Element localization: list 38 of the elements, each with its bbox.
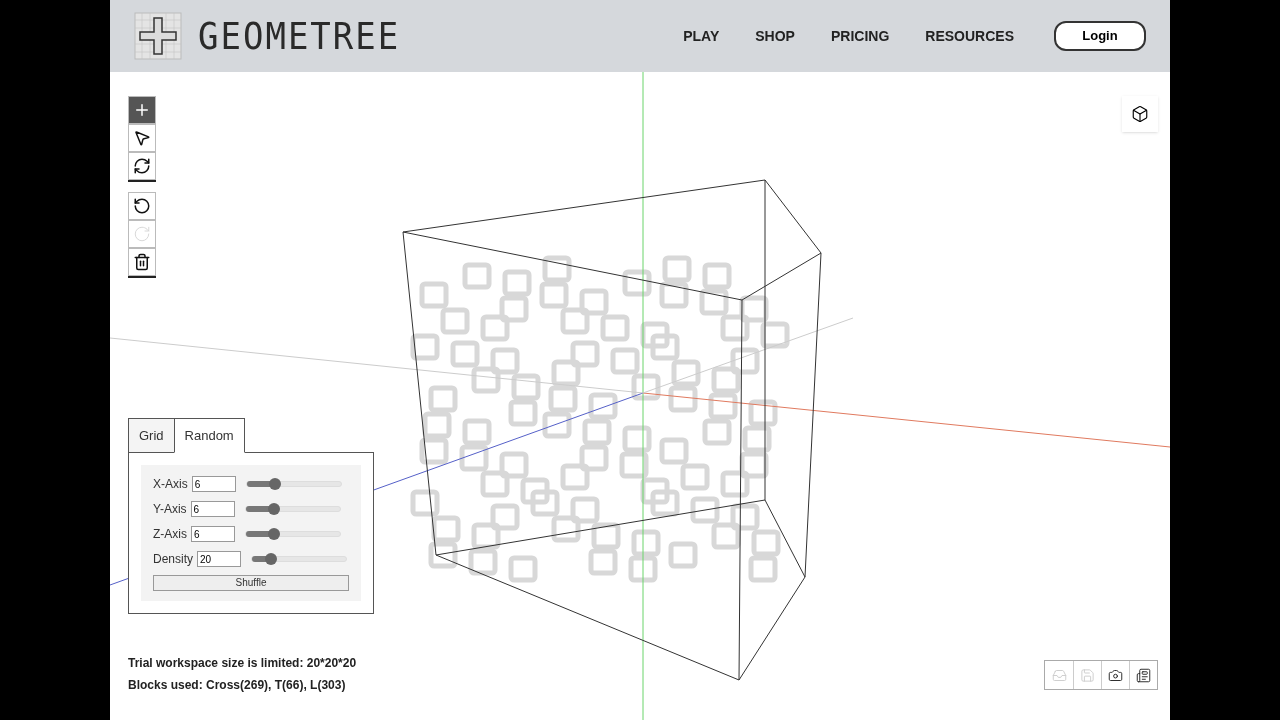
view-cube-button[interactable] [1122,96,1158,132]
slider-track[interactable] [244,506,341,512]
slider-track[interactable] [251,556,347,562]
field-label: Y-Axis [153,501,187,518]
tool-button[interactable] [128,124,156,152]
slider-thumb[interactable] [264,553,277,565]
number-field[interactable]: 20 [197,551,241,567]
info-text: Blocks used: Cross(269), T(66), L(303) [128,677,347,694]
login-button[interactable]: Login [1054,21,1146,51]
number-field[interactable]: 6 [190,501,235,517]
panel-tab[interactable]: Grid [128,418,175,453]
field-label: Z-Axis [153,526,187,543]
tray-icon [1051,667,1067,683]
number-field[interactable]: 6 [191,476,236,492]
slider-track[interactable] [245,481,342,487]
nav-link[interactable]: PLAY [683,25,720,47]
number-field[interactable]: 6 [191,526,235,542]
panel-tab[interactable]: Random [173,418,245,453]
slider-thumb[interactable] [268,528,281,540]
save-icon [1080,667,1095,683]
info-text: Trial workspace size is limited: 20*20*20 [128,655,357,672]
brand-name: GEOMETREE [198,12,401,60]
nav-link[interactable]: PRICING [830,25,890,47]
cube-icon [1131,105,1149,123]
newspaper-icon [1136,667,1151,683]
slider-thumb[interactable] [268,478,281,490]
logo-icon [134,12,182,60]
nav-link[interactable]: RESOURCES [925,25,1014,47]
slider-thumb[interactable] [267,503,280,515]
tool-button[interactable] [128,192,156,220]
camera-icon [1108,667,1123,683]
field-label: X-Axis [153,476,188,493]
field-label: Density [153,551,193,568]
tool-button[interactable] [128,248,156,276]
shuffle-button[interactable]: Shuffle [153,575,349,591]
nav-link[interactable]: SHOP [755,25,795,47]
tool-button[interactable] [128,152,156,180]
slider-track[interactable] [245,531,341,537]
